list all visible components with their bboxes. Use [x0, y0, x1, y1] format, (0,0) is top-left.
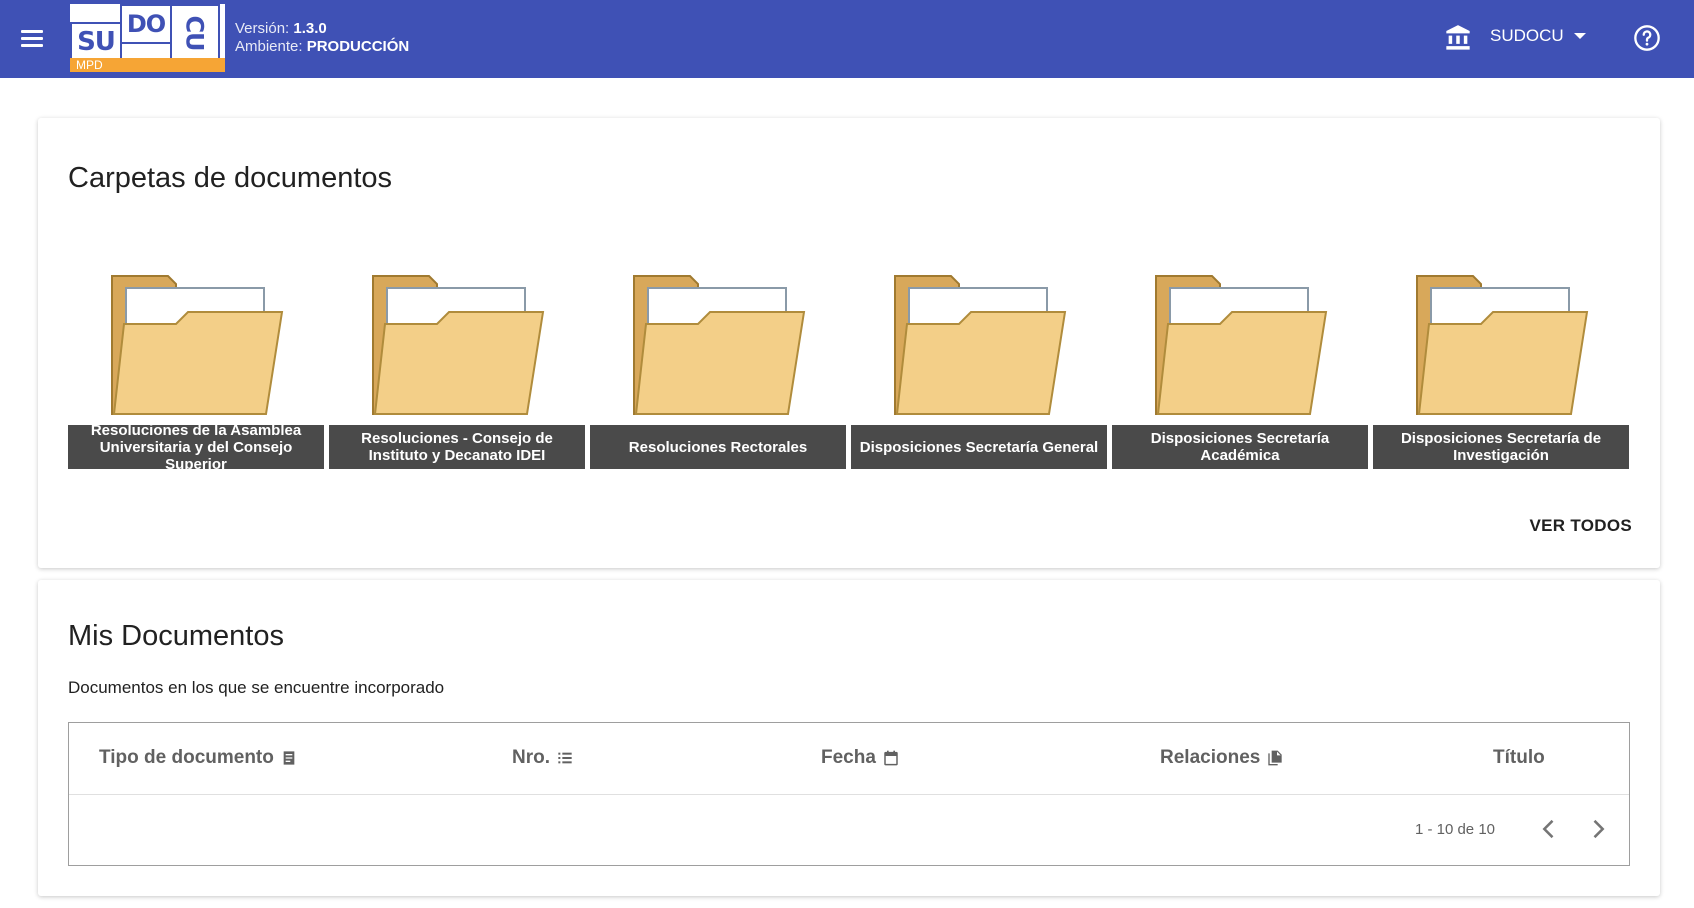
- logo-text-do: DO: [120, 4, 172, 44]
- column-header-date[interactable]: Fecha: [821, 747, 899, 769]
- folder-item[interactable]: Disposiciones Secretaría General: [851, 270, 1107, 592]
- folder-label: Resoluciones Rectorales: [590, 425, 846, 469]
- folder-icon: [633, 275, 806, 415]
- app-logo[interactable]: SU DO CU MPD: [70, 4, 225, 72]
- bank-icon: [1446, 25, 1470, 50]
- folder-grid: Resoluciones de la Asamblea Universitari…: [68, 270, 1630, 592]
- folder-icon: [894, 275, 1067, 415]
- next-page-icon[interactable]: [1584, 815, 1612, 843]
- files-icon: [1268, 750, 1282, 766]
- organization-name: SUDOCU: [1490, 26, 1564, 45]
- folder-icon: [111, 275, 284, 415]
- column-header-title[interactable]: Título: [1493, 747, 1545, 769]
- folder-icon: [1155, 275, 1328, 415]
- column-header-number[interactable]: Nro.: [512, 747, 573, 769]
- my-documents-title: Mis Documentos: [68, 620, 284, 652]
- pagination-range: 1 - 10 de 10: [1414, 821, 1495, 838]
- folder-item[interactable]: Resoluciones Rectorales: [590, 270, 846, 592]
- calendar-icon: [884, 750, 898, 766]
- version-value: 1.3.0: [293, 20, 327, 37]
- help-icon[interactable]: [1633, 24, 1661, 52]
- column-label: Fecha: [821, 747, 876, 768]
- menu-icon[interactable]: [18, 24, 48, 54]
- folder-item[interactable]: Disposiciones Secretaría Académica: [1112, 270, 1368, 592]
- folder-label: Resoluciones - Consejo de Instituto y De…: [329, 425, 585, 469]
- column-label: Nro.: [512, 747, 550, 768]
- table-header: Tipo de documento Nro. Fecha Relaciones …: [69, 723, 1629, 795]
- folder-item[interactable]: Resoluciones de la Asamblea Universitari…: [68, 270, 324, 592]
- environment-label: Ambiente:: [235, 38, 303, 55]
- folder-label: Disposiciones Secretaría General: [851, 425, 1107, 469]
- column-label: Título: [1493, 747, 1545, 768]
- logo-subtitle: MPD: [70, 58, 225, 72]
- column-label: Tipo de documento: [99, 747, 274, 768]
- my-documents-subtitle: Documentos en los que se encuentre incor…: [68, 678, 445, 697]
- dropdown-caret-icon: [1573, 33, 1586, 39]
- my-documents-card: Mis Documentos Documentos en los que se …: [38, 580, 1660, 896]
- folder-icon: [1416, 275, 1589, 415]
- previous-page-icon[interactable]: [1535, 815, 1563, 843]
- top-app-bar: SU DO CU MPD Versión: 1.3.0 Ambiente: PR…: [0, 0, 1694, 78]
- document-icon: [283, 751, 295, 765]
- folder-item[interactable]: Resoluciones - Consejo de Instituto y De…: [329, 270, 585, 592]
- logo-text-su: SU: [70, 22, 122, 62]
- folder-icon: [372, 275, 545, 415]
- folder-label: Disposiciones Secretaría Académica: [1112, 425, 1368, 469]
- version-info: Versión: 1.3.0 Ambiente: PRODUCCIÓN: [235, 20, 409, 56]
- environment-value: PRODUCCIÓN: [306, 38, 410, 55]
- organization-menu[interactable]: SUDOCU: [1490, 26, 1586, 46]
- column-label: Relaciones: [1160, 747, 1261, 768]
- list-icon: [558, 752, 572, 764]
- table-pagination: 1 - 10 de 10: [69, 795, 1629, 865]
- logo-text-cu: CU: [170, 4, 220, 62]
- folder-label: Disposiciones Secretaría de Investigació…: [1373, 425, 1629, 469]
- folder-item[interactable]: Disposiciones Secretaría de Investigació…: [1373, 270, 1629, 592]
- folder-label: Resoluciones de la Asamblea Universitari…: [68, 425, 324, 469]
- column-header-relations[interactable]: Relaciones: [1160, 747, 1283, 769]
- view-all-button[interactable]: VER TODOS: [1529, 516, 1632, 536]
- folders-card: Carpetas de documentos Resoluciones de l…: [38, 118, 1660, 568]
- column-header-document-type[interactable]: Tipo de documento: [99, 747, 297, 769]
- version-label: Versión:: [235, 20, 290, 37]
- folders-title: Carpetas de documentos: [68, 162, 393, 194]
- documents-table: Tipo de documento Nro. Fecha Relaciones …: [68, 722, 1630, 866]
